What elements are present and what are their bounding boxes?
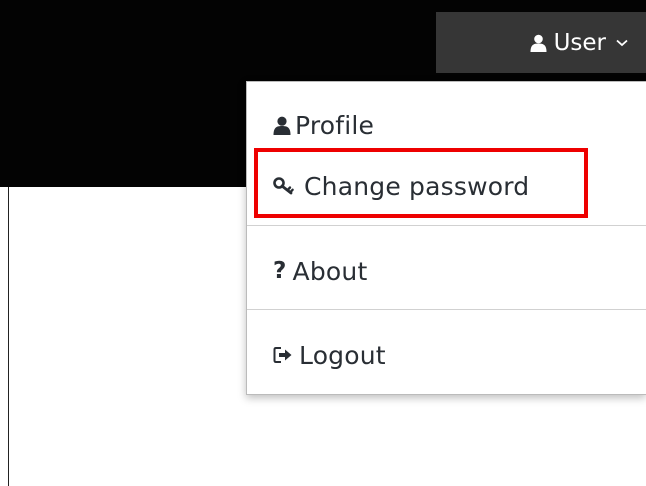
menu-item-profile[interactable]: Profile [247,106,646,144]
menu-item-label: Profile [295,110,375,140]
menu-divider [247,225,646,226]
content-border [8,187,9,486]
user-icon [530,34,547,52]
chevron-down-icon [616,39,628,47]
menu-item-label: About [292,256,368,286]
menu-item-label: Logout [299,340,386,370]
user-icon [273,116,291,135]
menu-item-logout[interactable]: Logout [247,336,646,374]
user-menu-toggle[interactable]: User [436,12,646,73]
question-icon: ? [273,258,287,284]
logout-icon [273,346,293,364]
highlight-box [254,148,588,218]
user-menu-label: User [553,29,606,56]
menu-item-about[interactable]: ? About [247,252,646,290]
user-dropdown-menu: Profile Change password ? About Logout [246,81,646,395]
menu-divider [247,309,646,310]
